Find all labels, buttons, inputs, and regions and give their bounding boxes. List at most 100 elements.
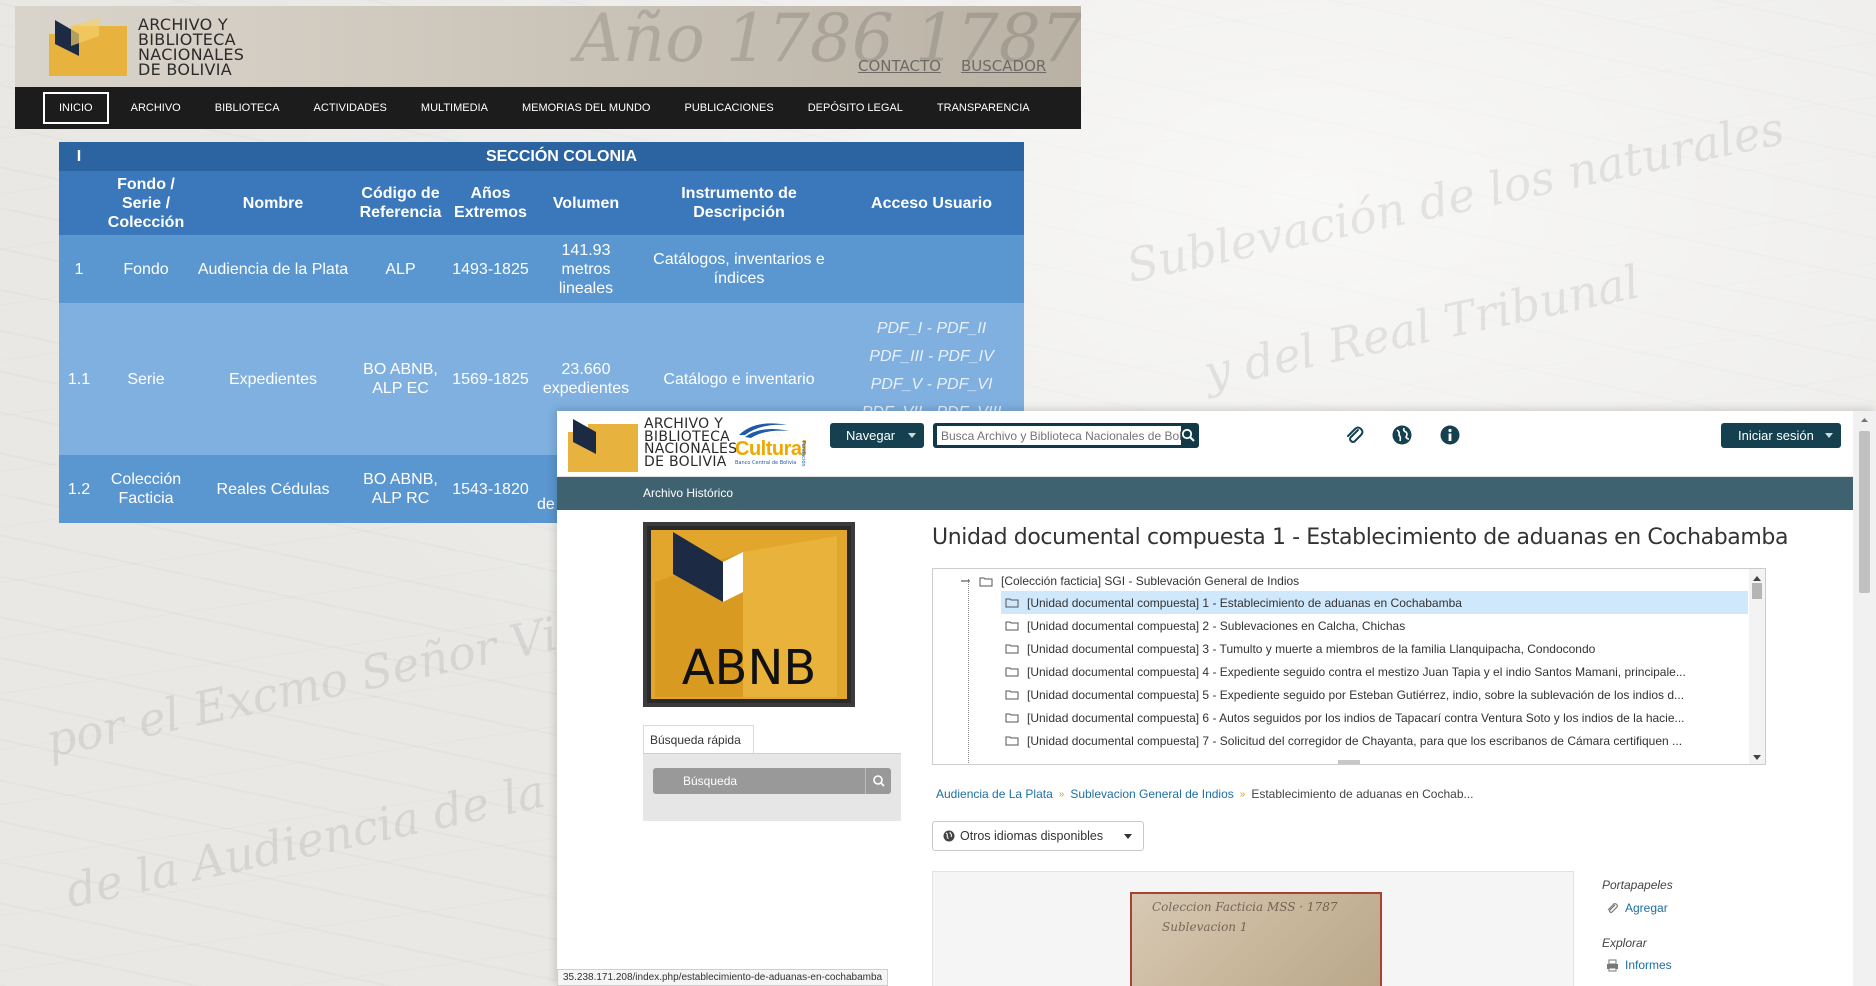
table-title-row: I SECCIÓN COLONIA	[59, 142, 1024, 171]
tree-item[interactable]: [Unidad documental compuesta] 6 - Autos …	[1001, 706, 1748, 729]
folder-icon	[1005, 621, 1019, 631]
tree-item-label: [Unidad documental compuesta] 3 - Tumult…	[1027, 641, 1596, 656]
column-header	[59, 171, 99, 235]
fundacion-cultural-logo-icon	[739, 423, 789, 438]
nav-publicaciones[interactable]: PUBLICACIONES	[670, 92, 787, 124]
search-icon	[873, 775, 885, 787]
buscador-link[interactable]: BUSCADOR	[961, 57, 1046, 75]
table-cell: Reales Cédulas	[193, 455, 353, 523]
table-header-row: Fondo / Serie / Colección Nombre Código …	[59, 171, 1024, 235]
nav-actividades[interactable]: ACTIVIDADES	[300, 92, 401, 124]
tree-item[interactable]: [Unidad documental compuesta] 1 - Establ…	[1001, 591, 1748, 614]
portapapeles-heading: Portapapeles	[1602, 878, 1673, 892]
tree-vertical-scrollbar[interactable]	[1749, 569, 1765, 764]
explorar-heading: Explorar	[1602, 936, 1647, 950]
catalogue-logo-text: ARCHIVO Y BIBLIOTECA NACIONALES DE BOLIV…	[644, 417, 737, 470]
nav-transparencia[interactable]: TRANSPARENCIA	[923, 92, 1044, 124]
table-cell: 1493-1825	[448, 235, 533, 303]
agregar-link[interactable]: Agregar	[1606, 901, 1668, 915]
tree-item[interactable]: [Unidad documental compuesta] 4 - Expedi…	[1001, 660, 1748, 683]
chevron-down-icon	[1825, 433, 1833, 438]
table-cell: Expedientes	[193, 303, 353, 455]
quick-search-panel: Búsqueda	[643, 753, 901, 821]
pdf-link[interactable]: PDF_III - PDF_IV	[843, 343, 1020, 371]
collapse-icon[interactable]	[961, 576, 975, 586]
tree-parent-label: [Colección facticia] SGI - Sublevación G…	[1001, 574, 1300, 588]
search-icon[interactable]	[1181, 428, 1195, 442]
site-logo-text: ARCHIVO Y BIBLIOTECA NACIONALES DE BOLIV…	[138, 17, 244, 78]
tree-item[interactable]: [Unidad documental compuesta] 7 - Solici…	[1001, 729, 1748, 752]
table-cell: Catálogos, inventarios e índices	[639, 235, 839, 303]
otros-idiomas-dropdown[interactable]: Otros idiomas disponibles	[932, 821, 1144, 851]
folder-icon	[1005, 644, 1019, 654]
catalogue-search	[933, 423, 1199, 448]
tree-item-label: [Unidad documental compuesta] 5 - Expedi…	[1027, 687, 1685, 702]
folder-icon	[979, 577, 993, 586]
pdf-link[interactable]: PDF_I - PDF_II	[843, 315, 1020, 343]
scroll-down-icon[interactable]	[1749, 752, 1765, 764]
cultural-logo-word: Cultural	[735, 438, 807, 460]
abnb-logo-text: ABNB	[682, 640, 817, 696]
clipboard-icon[interactable]	[1343, 424, 1365, 446]
tree-horizontal-scrollbar[interactable]	[1338, 760, 1360, 764]
tree-item[interactable]: [Unidad documental compuesta] 5 - Expedi…	[1001, 683, 1748, 706]
pdf-link[interactable]: PDF_V - PDF_VI	[843, 371, 1020, 399]
page-scroll-thumb[interactable]	[1859, 431, 1870, 593]
informes-link[interactable]: Informes	[1606, 958, 1672, 972]
repository-logo[interactable]: ABNB	[643, 522, 855, 707]
tree-item[interactable]: [Unidad documental compuesta] 3 - Tumult…	[1001, 637, 1748, 660]
breadcrumb-current: Establecimiento de aduanas en Cochab...	[1251, 787, 1474, 801]
breadcrumb-link[interactable]: Sublevacion General de Indios	[1070, 787, 1233, 801]
breadcrumb-separator-icon: »	[1058, 788, 1065, 800]
tree-scroll-thumb[interactable]	[1752, 583, 1762, 599]
printer-icon	[1607, 959, 1618, 971]
nav-multimedia[interactable]: MULTIMEDIA	[407, 92, 502, 124]
folder-icon	[1005, 690, 1019, 700]
nav-biblioteca[interactable]: BIBLIOTECA	[201, 92, 294, 124]
search-input[interactable]	[937, 426, 1181, 445]
navegar-dropdown[interactable]: Navegar	[830, 423, 924, 448]
informes-label: Informes	[1625, 958, 1672, 972]
nav-memorias-del-mundo[interactable]: MEMORIAS DEL MUNDO	[508, 92, 665, 124]
column-header: Fondo / Serie / Colección	[99, 171, 193, 235]
document-thumbnail[interactable]: Coleccion Facticia MSS · 1787 Sublevacio…	[1130, 892, 1382, 986]
quick-search-tab[interactable]: Búsqueda rápida	[643, 725, 754, 753]
quick-search-input[interactable]: Búsqueda	[653, 768, 865, 794]
info-icon[interactable]	[1439, 424, 1461, 446]
nav-inicio[interactable]: INICIO	[43, 92, 109, 124]
page-vertical-scrollbar[interactable]	[1853, 411, 1876, 986]
cultural-logo-sub: Banco Central de Bolivia	[735, 460, 797, 466]
column-header: Instrumento de Descripción	[639, 171, 839, 235]
abnb-logo-icon[interactable]	[49, 16, 129, 76]
quick-search-button[interactable]	[865, 768, 891, 794]
breadcrumb-link[interactable]: Audiencia de La Plata	[936, 787, 1053, 801]
tree-item[interactable]: [Unidad documental compuesta] 2 - Sublev…	[1001, 614, 1748, 637]
table-cell: 1543-1820	[448, 455, 533, 523]
globe-icon[interactable]	[1391, 424, 1413, 446]
scroll-up-icon[interactable]	[1853, 414, 1876, 426]
page-title: Unidad documental compuesta 1 - Establec…	[932, 525, 1789, 550]
nav-deposito-legal[interactable]: DEPÓSITO LEGAL	[794, 92, 917, 124]
tree-item-label: [Unidad documental compuesta] 6 - Autos …	[1027, 710, 1685, 725]
table-cell: Colección Facticia	[99, 455, 193, 523]
tree-parent-item[interactable]: [Colección facticia] SGI - Sublevación G…	[961, 571, 1299, 591]
login-dropdown[interactable]: Iniciar sesión	[1721, 423, 1841, 448]
repository-bar: Archivo Histórico	[557, 477, 1853, 510]
contacto-link[interactable]: CONTACTO	[858, 57, 941, 75]
catalogue-window: ARCHIVO Y BIBLIOTECA NACIONALES DE BOLIV…	[557, 411, 1876, 986]
repository-name[interactable]: Archivo Histórico	[643, 486, 733, 500]
abnb-logo-icon: ABNB	[647, 526, 851, 703]
column-header: Nombre	[193, 171, 353, 235]
table-cell: ALP	[353, 235, 448, 303]
logo-line: DE BOLIVIA	[644, 453, 727, 470]
catalogue-header: ARCHIVO Y BIBLIOTECA NACIONALES DE BOLIV…	[557, 411, 1853, 477]
tree-item-label: [Unidad documental compuesta] 7 - Solici…	[1027, 733, 1683, 748]
folder-icon	[1005, 598, 1019, 608]
site-nav: INICIO ARCHIVO BIBLIOTECA ACTIVIDADES MU…	[15, 87, 1081, 129]
table-row: 1 Fondo Audiencia de la Plata ALP 1493-1…	[59, 235, 1024, 303]
table-cell: 1569-1825	[448, 303, 533, 455]
nav-archivo[interactable]: ARCHIVO	[117, 92, 195, 124]
thumbnail-handwriting: Coleccion Facticia MSS · 1787	[1152, 900, 1338, 914]
thumbnail-handwriting: Sublevacion 1	[1162, 920, 1248, 934]
abnb-logo-icon[interactable]	[568, 416, 638, 472]
